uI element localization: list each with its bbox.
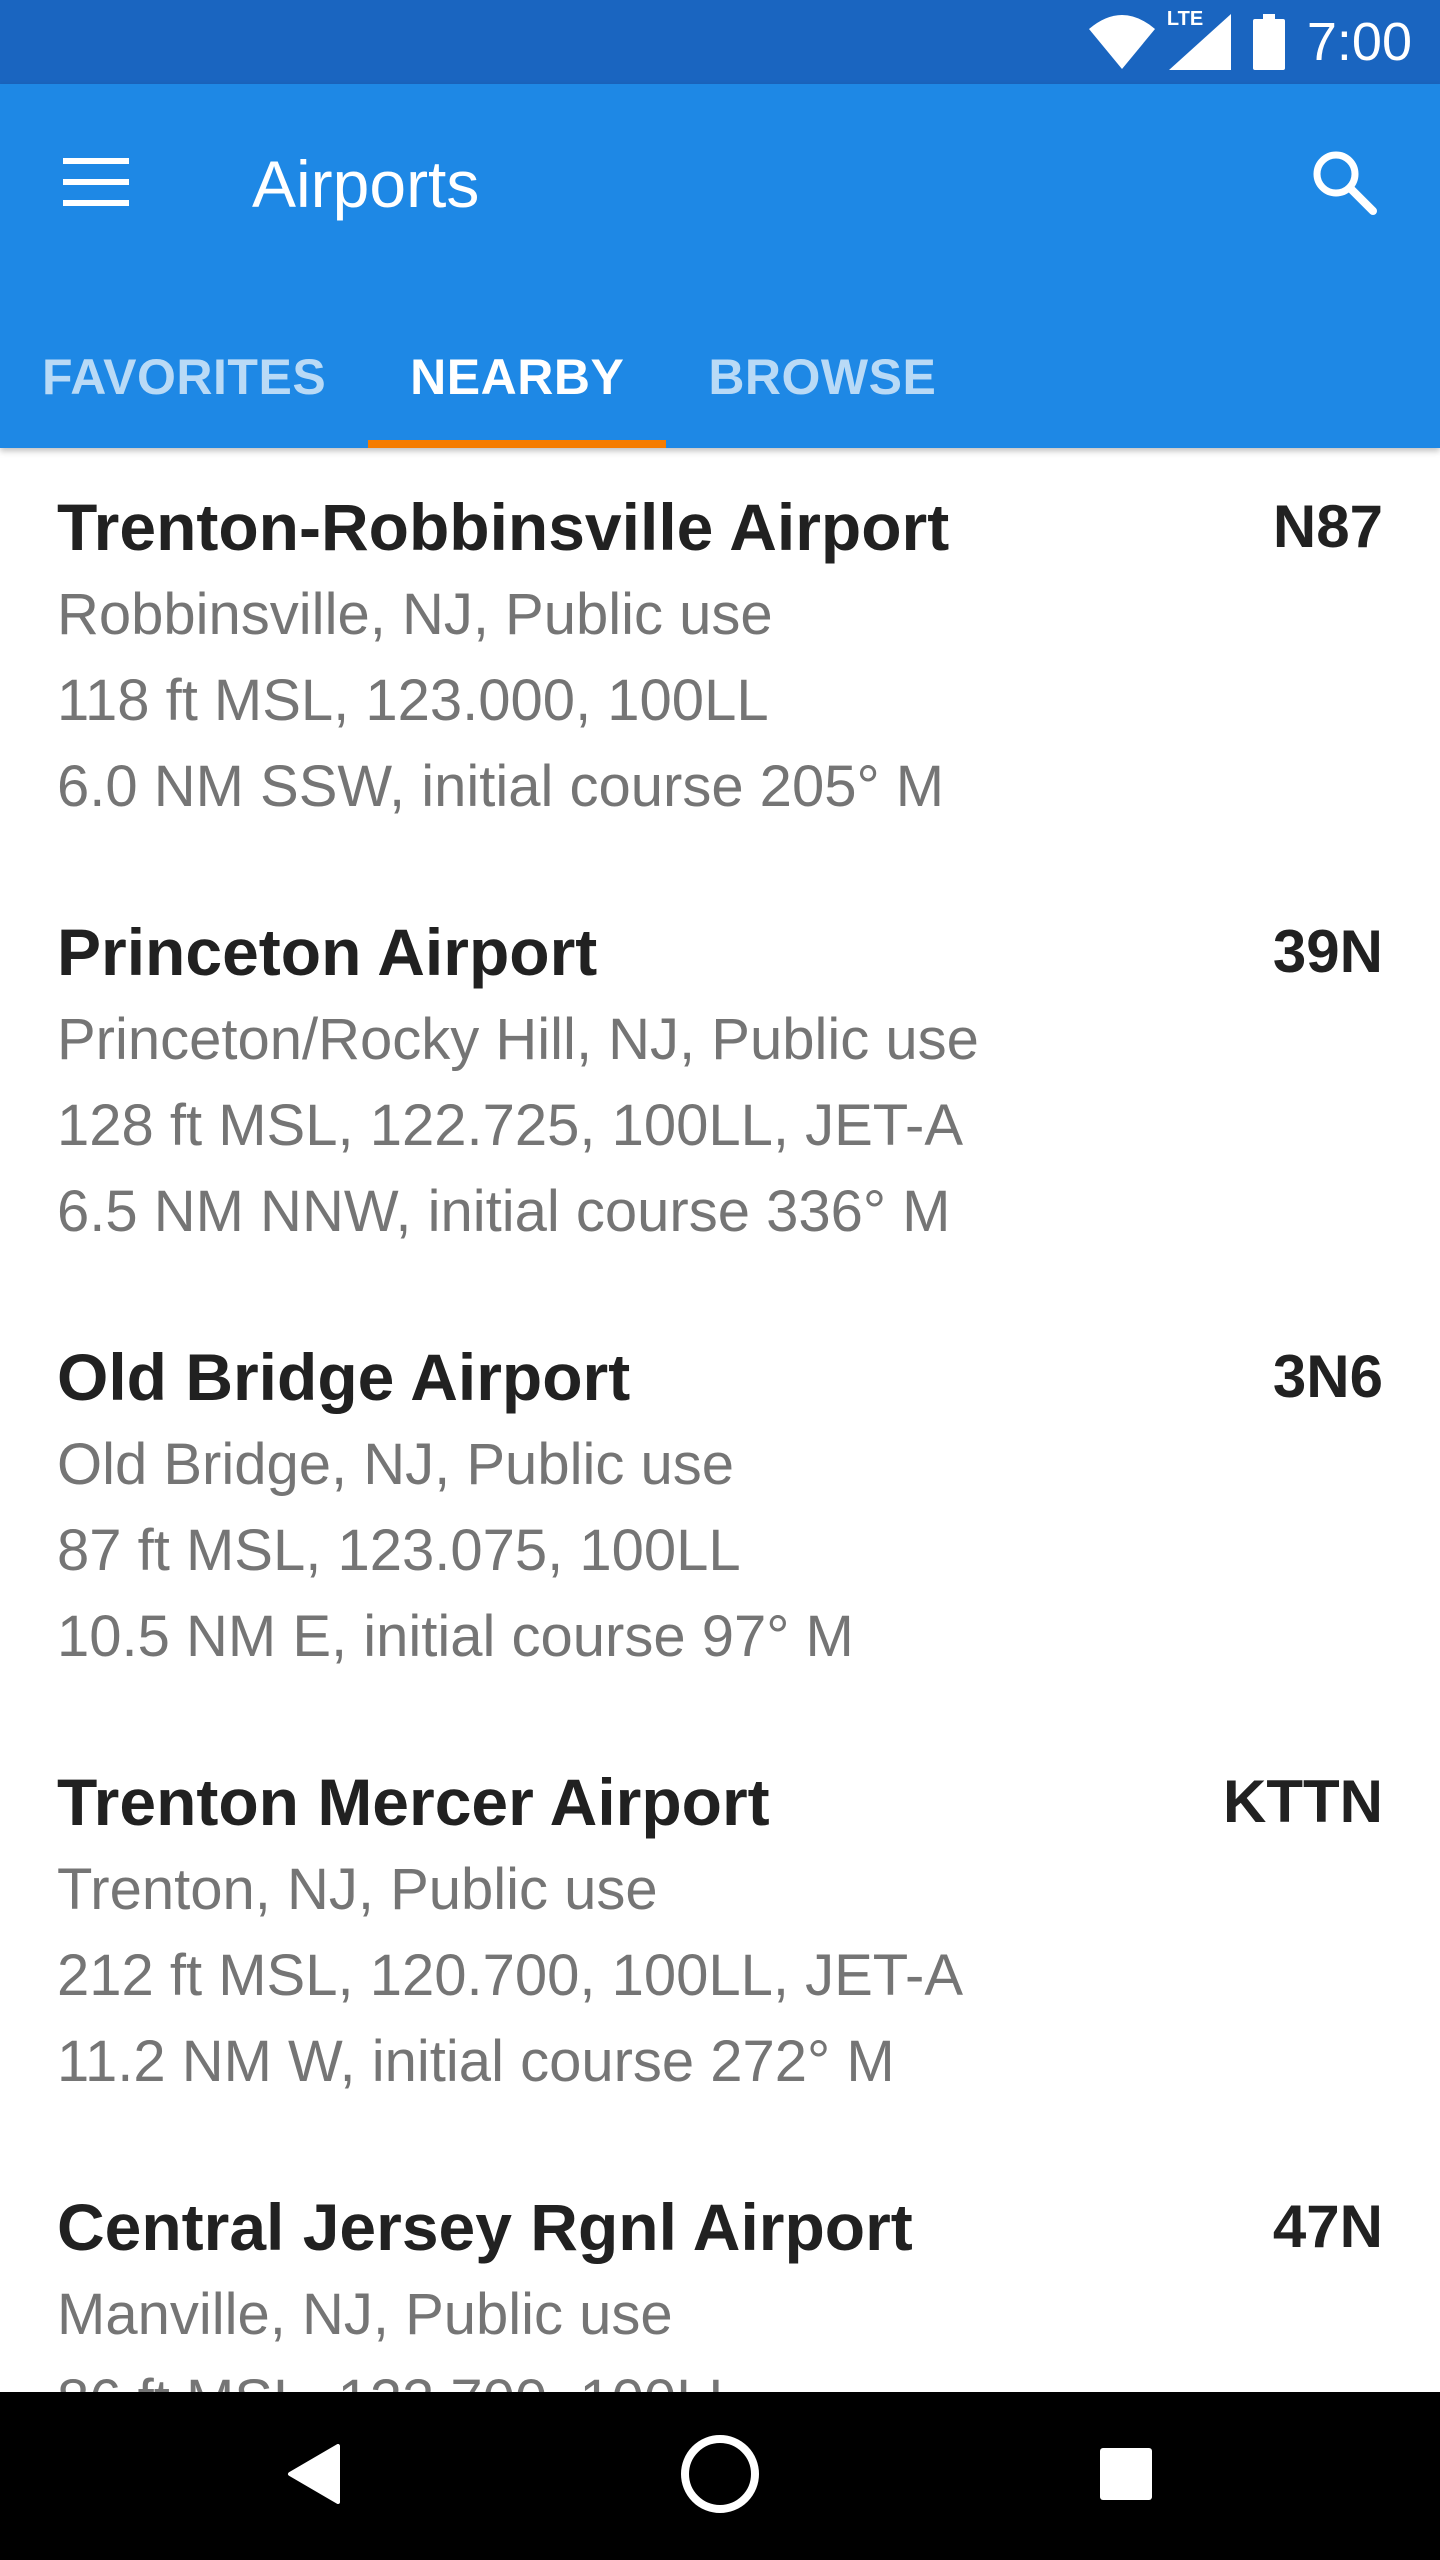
tab-label: BROWSE bbox=[708, 349, 937, 405]
cell-signal-icon: LTE bbox=[1164, 8, 1231, 70]
airport-name: Trenton-Robbinsville Airport bbox=[57, 490, 950, 564]
airport-details: 118 ft MSL, 123.000, 100LL bbox=[57, 668, 769, 733]
search-button[interactable] bbox=[1292, 132, 1396, 236]
airport-code: KTTN bbox=[1223, 1768, 1383, 1835]
hamburger-menu-icon bbox=[63, 157, 129, 211]
airport-distance: 11.2 NM W, initial course 272° M bbox=[57, 2029, 895, 2094]
recents-button[interactable] bbox=[1066, 2416, 1186, 2536]
tab-label: NEARBY bbox=[410, 349, 625, 405]
airport-details: 212 ft MSL, 120.700, 100LL, JET-A bbox=[57, 1943, 964, 2008]
lte-label: LTE bbox=[1164, 8, 1206, 31]
airport-location: Manville, NJ, Public use bbox=[57, 2282, 673, 2347]
status-icons: LTE 7:00 bbox=[1088, 0, 1412, 84]
airport-distance: 10.5 NM E, initial course 97° M bbox=[57, 1604, 854, 1669]
airport-name: Old Bridge Airport bbox=[57, 1340, 631, 1414]
list-item[interactable]: Trenton-Robbinsville Airport N87 Robbins… bbox=[0, 448, 1440, 873]
page-title: Airports bbox=[252, 147, 480, 221]
list-item[interactable]: Trenton Mercer Airport KTTN Trenton, NJ,… bbox=[0, 1723, 1440, 2148]
recents-square-icon bbox=[1098, 2446, 1154, 2507]
airport-distance: 6.0 NM SSW, initial course 205° M bbox=[57, 754, 945, 819]
app-bar: Airports FAVORITES NEARBY BROWSE bbox=[0, 84, 1440, 448]
airport-details: 86 ft MSL, 122.700, 100LL bbox=[57, 2358, 1383, 2392]
airport-name: Princeton Airport bbox=[57, 915, 598, 989]
tab-nearby[interactable]: NEARBY bbox=[368, 306, 667, 448]
wifi-icon bbox=[1088, 15, 1155, 69]
airport-location: Trenton, NJ, Public use bbox=[57, 1857, 658, 1922]
airport-location: Robbinsville, NJ, Public use bbox=[57, 582, 773, 647]
list-item[interactable]: Old Bridge Airport 3N6 Old Bridge, NJ, P… bbox=[0, 1298, 1440, 1723]
menu-button[interactable] bbox=[44, 132, 148, 236]
airport-list[interactable]: Trenton-Robbinsville Airport N87 Robbins… bbox=[0, 448, 1440, 2392]
battery-icon bbox=[1252, 14, 1285, 70]
airport-location: Princeton/Rocky Hill, NJ, Public use bbox=[57, 1007, 979, 1072]
airport-name: Trenton Mercer Airport bbox=[57, 1765, 770, 1839]
system-nav-bar bbox=[0, 2392, 1440, 2560]
tab-label: FAVORITES bbox=[42, 349, 327, 405]
airport-code: N87 bbox=[1272, 493, 1383, 560]
back-button[interactable] bbox=[254, 2416, 374, 2536]
back-triangle-icon bbox=[286, 2443, 342, 2509]
tab-favorites[interactable]: FAVORITES bbox=[0, 306, 368, 448]
airport-code: 39N bbox=[1272, 918, 1383, 985]
list-item[interactable]: Princeton Airport 39N Princeton/Rocky Hi… bbox=[0, 873, 1440, 1298]
airport-code: 3N6 bbox=[1272, 1343, 1383, 1410]
search-icon bbox=[1311, 149, 1377, 220]
airport-name: Central Jersey Rgnl Airport bbox=[57, 2190, 913, 2264]
airport-distance: 6.5 NM NNW, initial course 336° M bbox=[57, 1179, 951, 1244]
airport-code: 47N bbox=[1272, 2193, 1383, 2260]
airport-location: Old Bridge, NJ, Public use bbox=[57, 1432, 734, 1497]
tab-indicator bbox=[368, 440, 667, 448]
home-button[interactable] bbox=[660, 2416, 780, 2536]
tab-browse[interactable]: BROWSE bbox=[666, 306, 978, 448]
list-item[interactable]: Central Jersey Rgnl Airport 47N Manville… bbox=[0, 2148, 1440, 2392]
tab-bar: FAVORITES NEARBY BROWSE bbox=[0, 306, 978, 448]
status-bar: LTE 7:00 bbox=[0, 0, 1440, 84]
home-circle-icon bbox=[680, 2434, 760, 2519]
airport-details: 87 ft MSL, 123.075, 100LL bbox=[57, 1518, 741, 1583]
airport-details: 128 ft MSL, 122.725, 100LL, JET-A bbox=[57, 1093, 964, 1158]
status-clock: 7:00 bbox=[1306, 12, 1412, 72]
